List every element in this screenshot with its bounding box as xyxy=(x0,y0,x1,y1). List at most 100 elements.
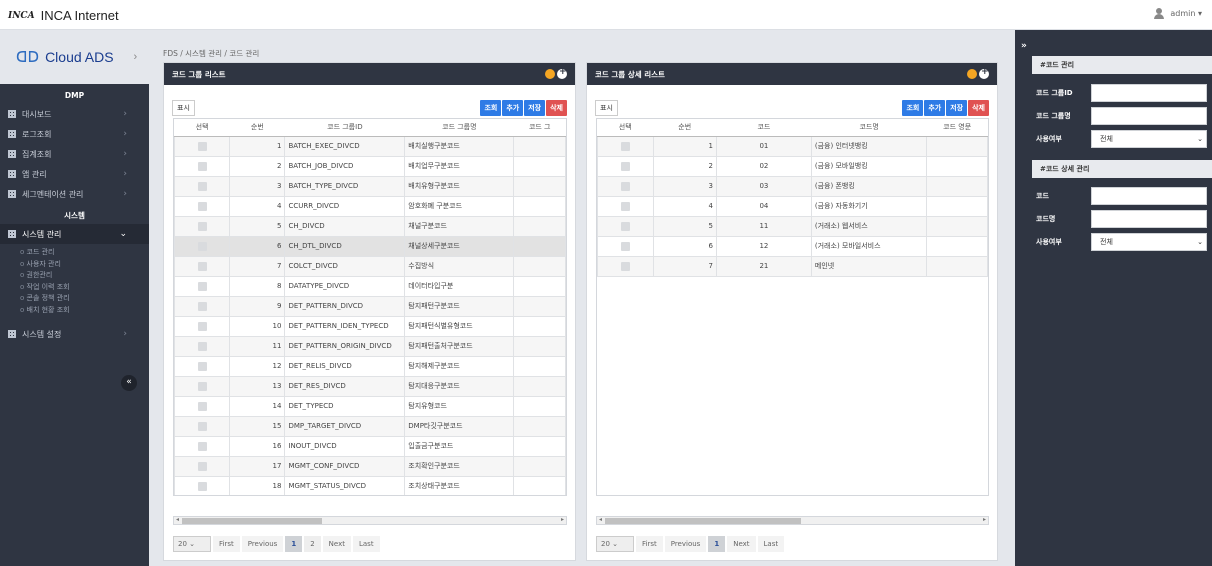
row-checkbox[interactable] xyxy=(197,201,207,211)
table-row[interactable]: 15 DMP_TARGET_DIVCD DMP타깃구분코드 xyxy=(174,415,566,437)
table-row[interactable]: 4 CCURR_DIVCD 암호화폐 구분코드 xyxy=(174,195,566,217)
table-row[interactable]: 7 COLCT_DIVCD 수집방식 xyxy=(174,255,566,277)
column-header[interactable]: 코드 xyxy=(716,119,812,137)
sidebar-item-log[interactable]: 로그조회 › xyxy=(0,124,149,144)
row-checkbox[interactable] xyxy=(620,221,630,231)
row-checkbox[interactable] xyxy=(197,381,207,391)
row-checkbox[interactable] xyxy=(620,161,630,171)
row-checkbox[interactable] xyxy=(197,281,207,291)
search-button[interactable]: 조회 xyxy=(902,100,924,116)
row-checkbox[interactable] xyxy=(197,161,207,171)
table-row[interactable]: 3 03 (금융) 폰뱅킹 xyxy=(597,175,988,197)
sidebar-item-stats[interactable]: 집계조회 › xyxy=(0,144,149,164)
last-page-button[interactable]: Last xyxy=(352,536,380,552)
sidebar-subitem-user[interactable]: 사용자 관리 xyxy=(0,259,149,271)
user-menu[interactable]: admin ▾ xyxy=(1154,8,1202,19)
page-button[interactable]: 2 xyxy=(304,536,321,552)
row-checkbox[interactable] xyxy=(620,241,630,251)
page-button[interactable]: 1 xyxy=(708,536,726,552)
code-input[interactable] xyxy=(1091,186,1207,205)
scroll-left-icon[interactable]: ◂ xyxy=(176,516,179,523)
table-row[interactable]: 2 BATCH_JOB_DIVCD 배치업무구분코드 xyxy=(174,155,566,177)
row-checkbox[interactable] xyxy=(197,321,207,331)
row-checkbox[interactable] xyxy=(197,181,207,191)
next-page-button[interactable]: Next xyxy=(322,536,351,552)
column-header[interactable]: 순번 xyxy=(229,119,285,137)
column-header[interactable]: 코드 그룹명 xyxy=(404,119,514,137)
page-size-select[interactable]: 20 ⌄ xyxy=(596,536,634,552)
table-row[interactable]: 18 MGMT_STATUS_DIVCD 조치상태구분코드 xyxy=(174,475,566,495)
page-size-select[interactable]: 20 ⌄ xyxy=(173,536,211,552)
expand-icon[interactable] xyxy=(557,67,567,79)
row-checkbox[interactable] xyxy=(197,401,207,411)
last-page-button[interactable]: Last xyxy=(757,536,785,552)
table-row[interactable]: 3 BATCH_TYPE_DIVCD 배치유형구분코드 xyxy=(174,175,566,197)
row-checkbox[interactable] xyxy=(197,261,207,271)
table-row[interactable]: 4 04 (금융) 자동화기기 xyxy=(597,195,988,217)
table-row[interactable]: 11 DET_PATTERN_ORIGIN_DIVCD 탐지패턴출처구분코드 xyxy=(174,335,566,357)
add-button[interactable]: 추가 xyxy=(502,100,524,116)
table-row[interactable]: 2 02 (금융) 모바일뱅킹 xyxy=(597,155,988,177)
code-group-id-input[interactable] xyxy=(1091,83,1207,102)
row-checkbox[interactable] xyxy=(620,141,630,151)
table-row[interactable]: 1 01 (금융) 인터넷뱅킹 xyxy=(597,135,988,157)
show-button[interactable]: 표시 xyxy=(595,100,618,116)
table-row[interactable]: 8 DATATYPE_DIVCD 데이터타입구분 xyxy=(174,275,566,297)
horizontal-scrollbar[interactable]: ◂ ▸ xyxy=(173,516,567,525)
scroll-right-icon[interactable]: ▸ xyxy=(983,516,986,523)
table-row[interactable]: 12 DET_RELIS_DIVCD 탐지해제구분코드 xyxy=(174,355,566,377)
row-checkbox[interactable] xyxy=(197,301,207,311)
code-name-input[interactable] xyxy=(1091,209,1207,228)
code-group-name-input[interactable] xyxy=(1091,106,1207,125)
scroll-thumb[interactable] xyxy=(605,518,801,524)
sidebar-item-system-settings[interactable]: 시스템 설정 › xyxy=(0,324,149,344)
chevron-right-icon[interactable]: › xyxy=(134,51,138,63)
row-checkbox[interactable] xyxy=(197,341,207,351)
row-checkbox[interactable] xyxy=(197,221,207,231)
sidebar-subitem-policy[interactable]: 콘솔 정책 관리 xyxy=(0,293,149,305)
add-button[interactable]: 추가 xyxy=(924,100,946,116)
table-row[interactable]: 13 DET_RES_DIVCD 탐지대응구분코드 xyxy=(174,375,566,397)
save-button[interactable]: 저장 xyxy=(946,100,968,116)
column-header[interactable]: 순번 xyxy=(653,119,717,137)
table-row[interactable]: 5 CH_DIVCD 채널구분코드 xyxy=(174,215,566,237)
minimize-icon[interactable] xyxy=(545,69,555,79)
row-checkbox[interactable] xyxy=(197,241,207,251)
table-row[interactable]: 16 INOUT_DIVCD 입출금구분코드 xyxy=(174,435,566,457)
sidebar-subitem-batch[interactable]: 배치 현황 조회 xyxy=(0,305,149,317)
expand-icon[interactable] xyxy=(979,67,989,79)
row-checkbox[interactable] xyxy=(620,201,630,211)
sidebar-item-app[interactable]: 앱 관리 › xyxy=(0,164,149,184)
column-header[interactable]: 선택 xyxy=(174,119,230,137)
horizontal-scrollbar[interactable]: ◂ ▸ xyxy=(596,516,989,525)
table-row[interactable]: 1 BATCH_EXEC_DIVCD 배치실행구분코드 xyxy=(174,135,566,157)
table-row[interactable]: 7 21 메인넷 xyxy=(597,255,988,277)
table-row[interactable]: 6 12 (거래소) 모바일서비스 xyxy=(597,235,988,257)
user-name[interactable]: admin ▾ xyxy=(1170,9,1202,18)
sidebar-item-dashboard[interactable]: 대시보드 › xyxy=(0,104,149,124)
sidebar-subitem-code[interactable]: 코드 관리 xyxy=(0,247,149,259)
row-checkbox[interactable] xyxy=(620,261,630,271)
column-header[interactable]: 코드 그 xyxy=(513,119,566,137)
save-button[interactable]: 저장 xyxy=(524,100,546,116)
table-row[interactable]: 14 DET_TYPECD 탐지유형코드 xyxy=(174,395,566,417)
page-button[interactable]: 1 xyxy=(285,536,303,552)
search-button[interactable]: 조회 xyxy=(480,100,502,116)
table-row[interactable]: 6 CH_DTL_DIVCD 채널상세구분코드 xyxy=(174,235,566,257)
table-row[interactable]: 10 DET_PATTERN_IDEN_TYPECD 탐지패턴식별유형코드 xyxy=(174,315,566,337)
column-header[interactable]: 코드 그룹ID xyxy=(284,119,405,137)
row-checkbox[interactable] xyxy=(197,141,207,151)
table-row[interactable]: 17 MGMT_CONF_DIVCD 조치확인구분코드 xyxy=(174,455,566,477)
row-checkbox[interactable] xyxy=(620,181,630,191)
sidebar-subitem-history[interactable]: 작업 이력 조회 xyxy=(0,282,149,294)
expand-panel-icon[interactable]: » xyxy=(1021,41,1027,51)
column-header[interactable]: 코드명 xyxy=(811,119,927,137)
first-page-button[interactable]: First xyxy=(213,536,240,552)
delete-button[interactable]: 삭제 xyxy=(546,100,567,116)
sidebar-item-system-admin[interactable]: 시스템 관리 ⌄ xyxy=(0,224,149,244)
row-checkbox[interactable] xyxy=(197,441,207,451)
scroll-thumb[interactable] xyxy=(182,518,322,524)
table-row[interactable]: 5 11 (거래소) 웹서비스 xyxy=(597,215,988,237)
minimize-icon[interactable] xyxy=(967,69,977,79)
row-checkbox[interactable] xyxy=(197,481,207,491)
